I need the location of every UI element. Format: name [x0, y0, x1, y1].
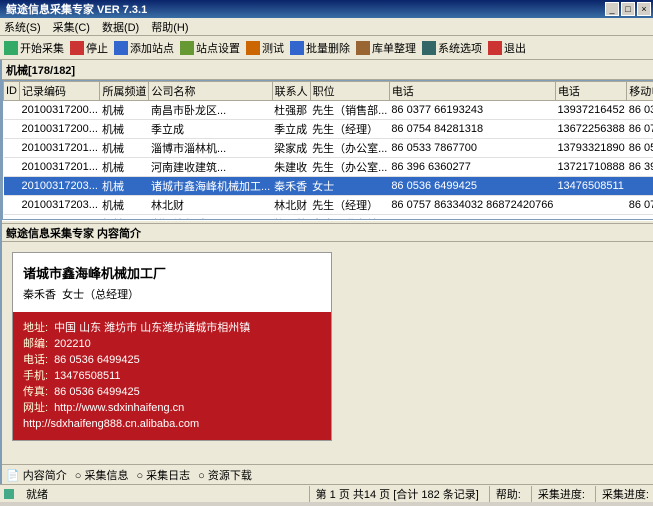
toolbar-button[interactable]: 停止 — [70, 40, 108, 56]
column-header[interactable]: 公司名称 — [149, 82, 272, 101]
card-field-value: 中国 山东 潍坊市 山东潍坊诸城市相州镇 — [54, 322, 250, 334]
card-field-label: 电话: — [23, 354, 48, 366]
card-field-value: 86 0536 6499425 — [54, 354, 140, 366]
toolbar-icon — [290, 41, 304, 55]
detail-panel: 诸城市鑫海峰机械加工厂 秦禾香 女士（总经理） 地址: 中国 山东 潍坊市 山东潍… — [2, 242, 653, 464]
column-header[interactable]: 职位 — [310, 82, 389, 101]
status-icon — [4, 489, 14, 499]
toolbar-icon — [114, 41, 128, 55]
detail-title: 鲸途信息采集专家 内容简介 — [6, 225, 653, 241]
toolbar-button[interactable]: 站点设置 — [180, 40, 240, 56]
close-button[interactable]: × — [637, 2, 651, 16]
card-field-value: 13476508511 — [54, 370, 120, 382]
table-row[interactable]: 20100317203...机械林北财林北财先生（经理）86 0757 8633… — [4, 196, 653, 215]
card-contact: 秦禾香 — [23, 289, 56, 301]
table-row[interactable]: 20100317200...机械南昌市卧龙区...杜强那先生（销售部...86 … — [4, 101, 653, 120]
toolbar-icon — [488, 41, 502, 55]
menubar: 系统(S) 采集(C) 数据(D) 帮助(H) — [0, 18, 653, 36]
menu-item[interactable]: 帮助(H) — [151, 19, 188, 35]
card-role: 女士（总经理） — [62, 289, 139, 301]
card-field-label: 邮编: — [23, 338, 48, 350]
column-header[interactable]: 记录编码 — [20, 82, 100, 101]
toolbar-icon — [4, 41, 18, 55]
card-field-label: 传真: — [23, 386, 48, 398]
column-header[interactable]: 电话 — [389, 82, 555, 101]
toolbar-button[interactable]: 库单整理 — [356, 40, 416, 56]
toolbar-icon — [422, 41, 436, 55]
menu-item[interactable]: 数据(D) — [102, 19, 139, 35]
card-field-label: 手机: — [23, 370, 48, 382]
toolbar-icon — [70, 41, 84, 55]
toolbar-icon — [246, 41, 260, 55]
table-row[interactable]: 20100317203...机械诸城市鑫海峰机械加工...秦禾香女士86 053… — [4, 177, 653, 196]
tab[interactable]: 📄 内容简介 — [6, 467, 67, 483]
toolbar-button[interactable]: 退出 — [488, 40, 526, 56]
titlebar: 鲸途信息采集专家 VER 7.3.1 _ □ × — [0, 0, 653, 18]
grid-title: 机械[178/182] — [6, 62, 75, 78]
column-header[interactable]: 联系人 — [272, 82, 310, 101]
table-row[interactable]: 20100317200...机械季立成季立成先生（经理）86 0754 8428… — [4, 120, 653, 139]
column-header[interactable]: 所属频道 — [100, 82, 149, 101]
max-button[interactable]: □ — [621, 2, 635, 16]
card-field-label: 地址: — [23, 322, 48, 334]
card-field-value: 202210 — [54, 338, 91, 350]
table-row[interactable]: 20100317201...机械淄博市淄林机...梁家成先生（办公室...86 … — [4, 139, 653, 158]
status-page: 第 1 页 共14 页 [合计 182 条记录] — [309, 486, 479, 502]
column-header[interactable]: ID — [4, 82, 20, 101]
detail-header: 鲸途信息采集专家 内容简介 — [2, 224, 653, 242]
tab[interactable]: ○ 采集日志 — [136, 467, 190, 483]
status-progress-2: 采集进度: — [595, 486, 649, 502]
card-field-value: http://www.sdxinhaifeng.cn http://sdxhai… — [23, 402, 199, 430]
detail-tabs: 📄 内容简介 ○ 采集信息 ○ 采集日志 ○ 资源下载 — [2, 464, 653, 484]
status-help: 帮助: — [489, 486, 521, 502]
grid-header-bar: 机械[178/182] — [2, 60, 653, 80]
status-ready: 就绪 — [26, 486, 48, 502]
column-header[interactable]: 电话 — [555, 82, 626, 101]
card-field-value: 86 0536 6499425 — [54, 386, 140, 398]
toolbar-button[interactable]: 系统选项 — [422, 40, 482, 56]
data-grid[interactable]: ID记录编码所属频道公司名称联系人职位电话电话移动电话传真地址201003172… — [2, 80, 653, 220]
tab[interactable]: ○ 资源下载 — [198, 467, 252, 483]
toolbar-button[interactable]: 测试 — [246, 40, 284, 56]
menu-item[interactable]: 采集(C) — [53, 19, 90, 35]
toolbar-button[interactable]: 开始采集 — [4, 40, 64, 56]
card-company: 诸城市鑫海峰机械加工厂 — [23, 263, 321, 282]
min-button[interactable]: _ — [605, 2, 619, 16]
toolbar-icon — [356, 41, 370, 55]
card-field-label: 网址: — [23, 402, 48, 414]
toolbar-icon — [180, 41, 194, 55]
toolbar: 开始采集停止添加站点站点设置测试批量删除库单整理系统选项退出 — [0, 36, 653, 60]
tab[interactable]: ○ 采集信息 — [75, 467, 129, 483]
menu-item[interactable]: 系统(S) — [4, 19, 41, 35]
status-bar: 就绪 第 1 页 共14 页 [合计 182 条记录] 帮助: 采集进度: 采集… — [0, 484, 653, 502]
contact-card: 诸城市鑫海峰机械加工厂 秦禾香 女士（总经理） 地址: 中国 山东 潍坊市 山东潍… — [12, 252, 332, 441]
column-header[interactable]: 移动电话 — [627, 82, 653, 101]
toolbar-button[interactable]: 批量删除 — [290, 40, 350, 56]
status-progress-1: 采集进度: — [531, 486, 585, 502]
toolbar-button[interactable]: 添加站点 — [114, 40, 174, 56]
app-title: 鲸途信息采集专家 VER 7.3.1 — [2, 1, 603, 17]
table-row[interactable]: 20100317201...机械河南建收建筑...朱建收先生（办公室...86 … — [4, 158, 653, 177]
